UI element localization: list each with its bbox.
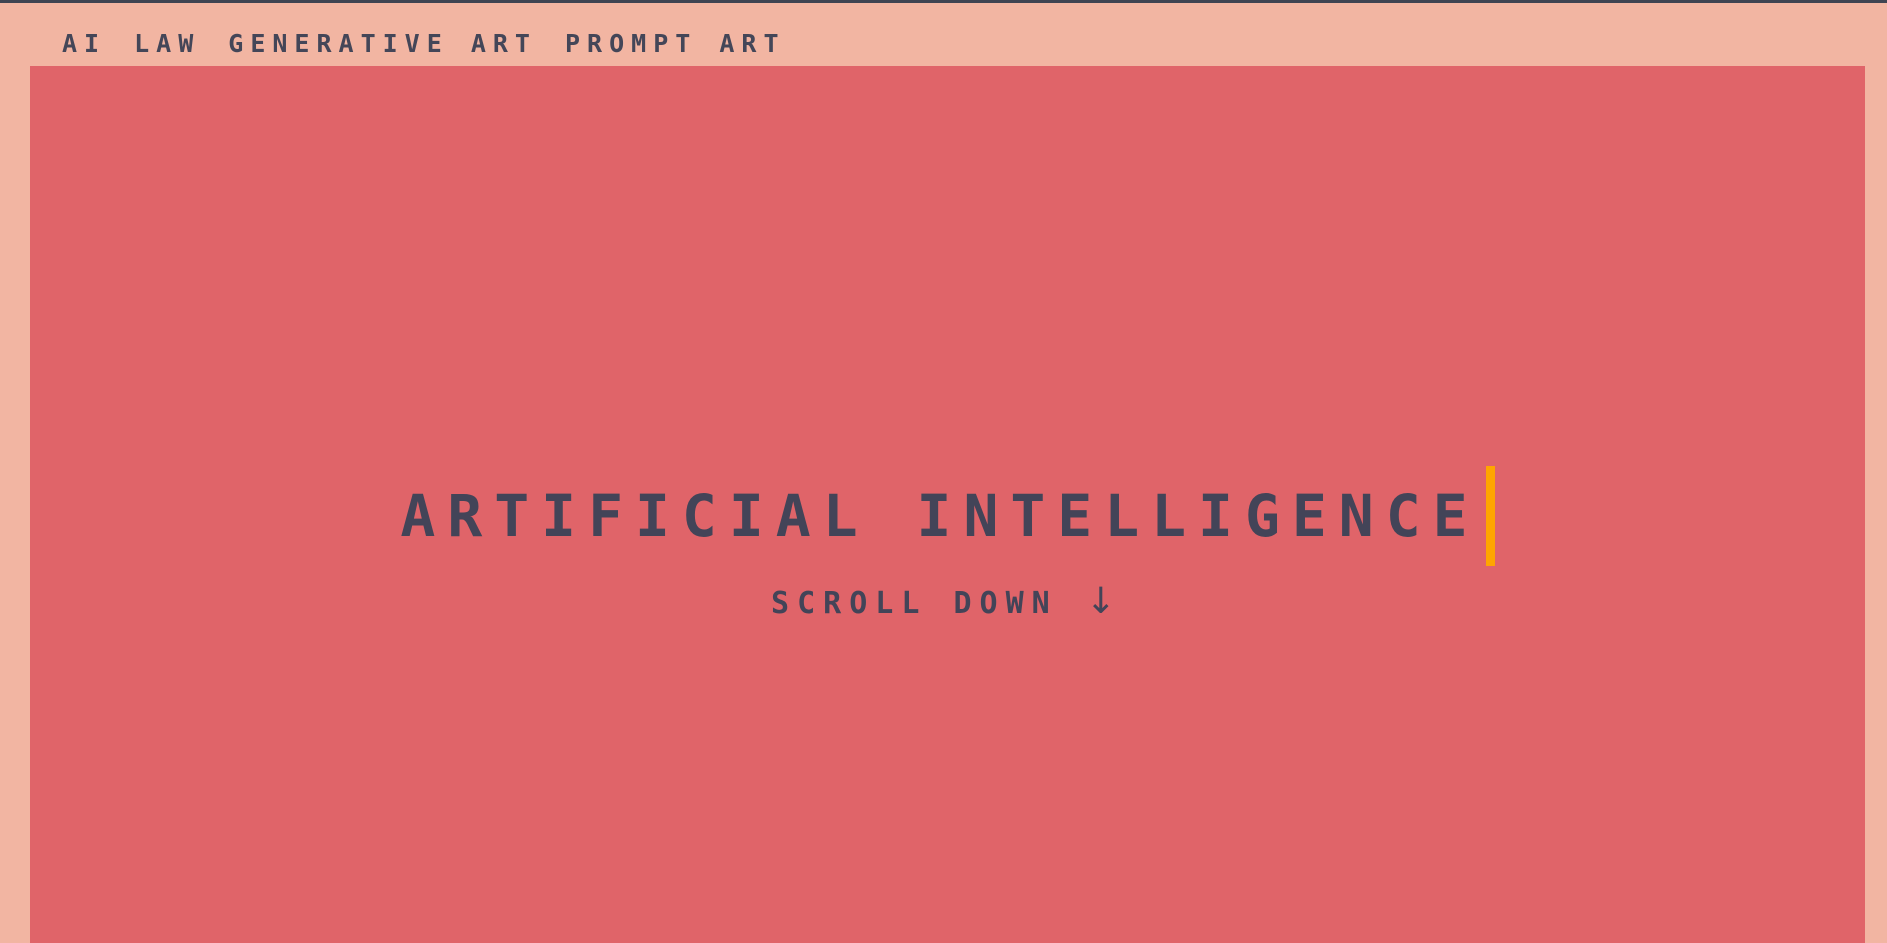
typing-cursor: [1485, 466, 1495, 566]
nav-link-ai[interactable]: AI: [62, 29, 106, 59]
nav-link-generative-art[interactable]: GENERATIVE ART: [228, 29, 537, 59]
scroll-container: SCROLL DOWN ↓: [30, 581, 1865, 622]
hero-section: ARTIFICIAL INTELLIGENCE SCROLL DOWN ↓: [30, 66, 1865, 943]
scroll-down-link[interactable]: SCROLL DOWN ↓: [771, 581, 1124, 622]
headline-container: ARTIFICIAL INTELLIGENCE: [30, 466, 1865, 566]
nav-link-law[interactable]: LAW: [134, 29, 200, 59]
top-nav: AI LAW GENERATIVE ART PROMPT ART: [62, 29, 814, 59]
scroll-down-label: SCROLL DOWN: [771, 586, 1058, 621]
arrow-down-icon: ↓: [1085, 581, 1124, 622]
nav-link-prompt-art[interactable]: PROMPT ART: [565, 29, 786, 59]
hero-headline: ARTIFICIAL INTELLIGENCE: [400, 482, 1480, 550]
